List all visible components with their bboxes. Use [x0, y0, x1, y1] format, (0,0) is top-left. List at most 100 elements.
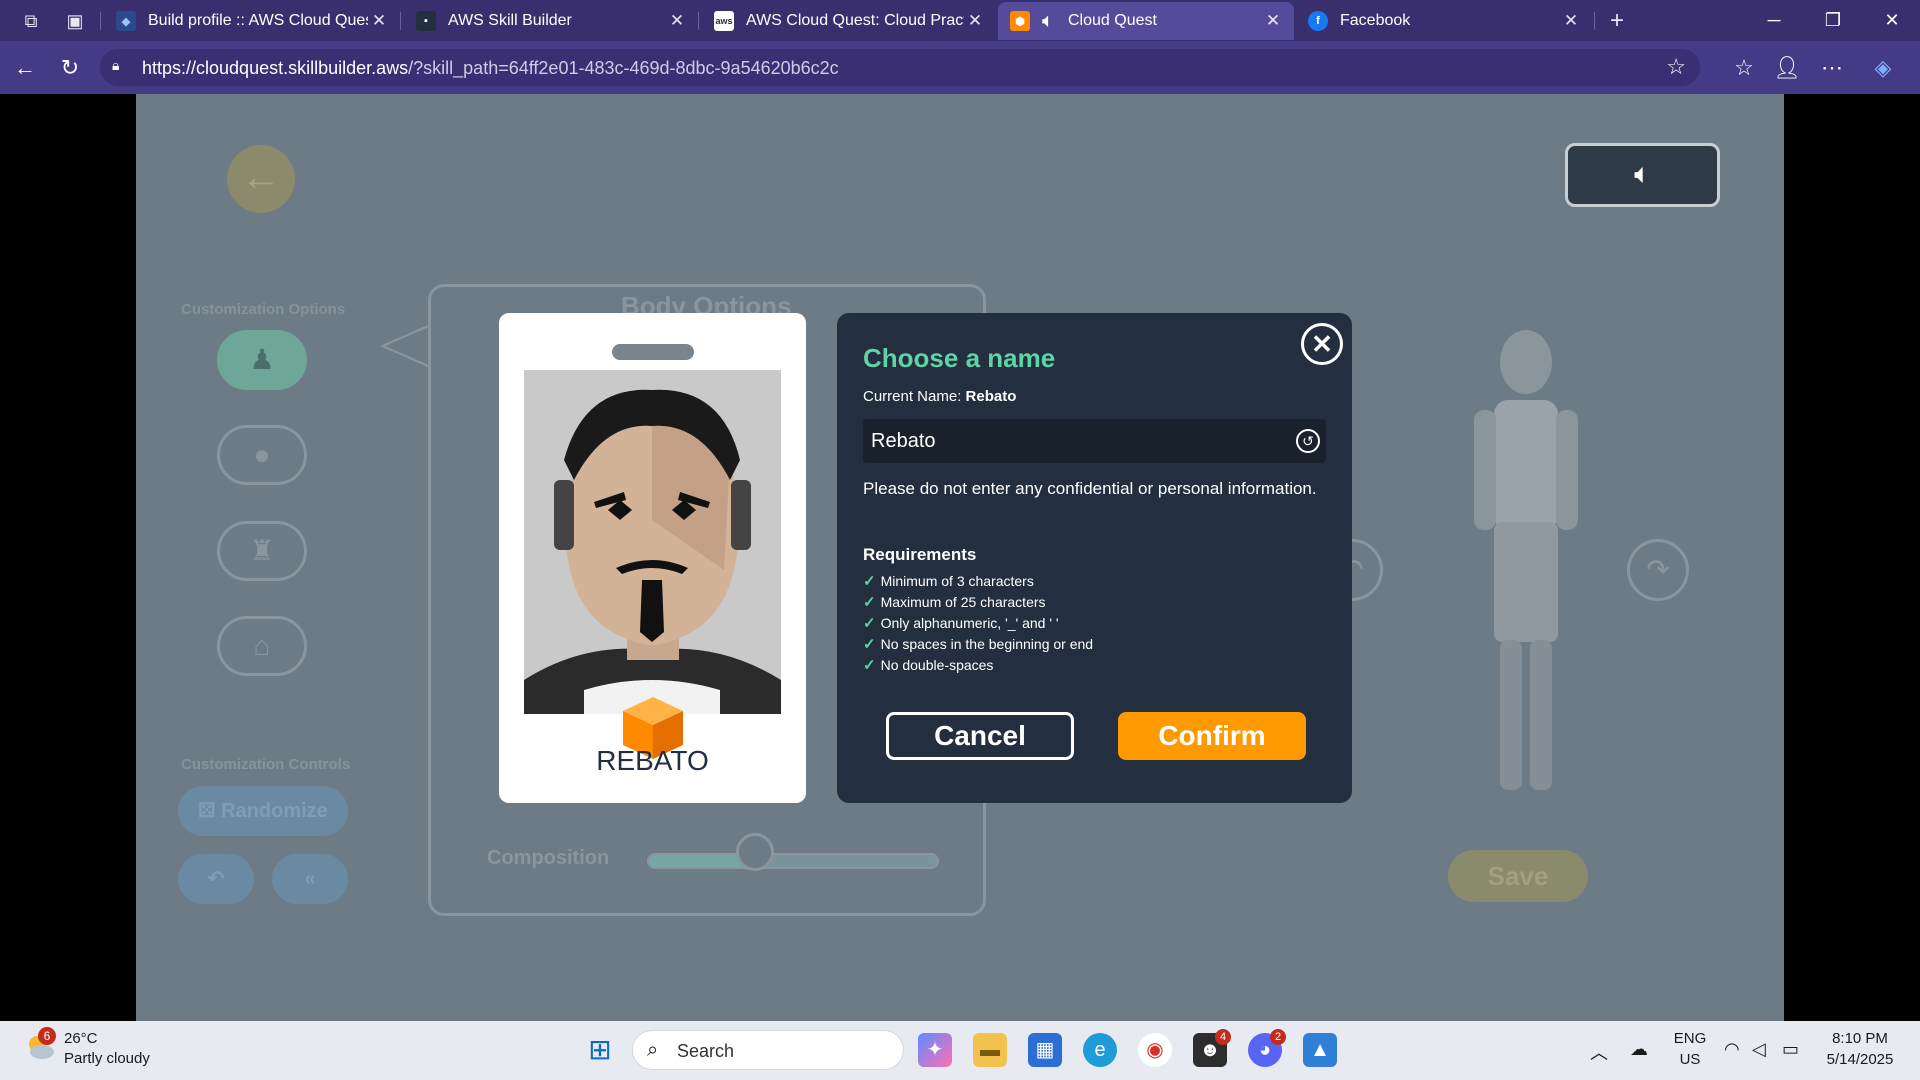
requirement-item: ✓ Minimum of 3 characters	[863, 571, 1093, 592]
composition-slider-handle[interactable]	[736, 833, 775, 871]
volume-icon[interactable]: ◁	[1752, 1039, 1766, 1060]
battery-icon[interactable]: ▭	[1782, 1039, 1799, 1060]
minimize-icon[interactable]: ─	[1746, 0, 1802, 40]
chevron-up-icon[interactable]: ︿	[1590, 1039, 1608, 1065]
discord-badge: 2	[1270, 1029, 1286, 1045]
weather-badge: 6	[38, 1027, 56, 1045]
head-option-button[interactable]: ●	[217, 425, 307, 485]
language[interactable]: ENG	[1672, 1030, 1708, 1047]
dialog-title: Choose a name	[863, 343, 1056, 373]
badge-slot	[612, 344, 694, 360]
randomize-button[interactable]: ⚄ Randomize	[178, 786, 348, 836]
check-icon: ✓	[863, 657, 876, 674]
favorite-star-icon[interactable]: ☆	[1666, 54, 1686, 80]
tab-label: AWS Skill Builder	[448, 12, 572, 29]
taskbar: 6 26°C Partly cloudy ⊞ ⌕ Search ✦ ▬ ▦ e …	[0, 1021, 1920, 1080]
save-button[interactable]: Save	[1448, 850, 1588, 902]
clock-date[interactable]: 5/14/2025	[1820, 1051, 1900, 1068]
onedrive-icon[interactable]: ☁	[1630, 1039, 1648, 1060]
start-windows-icon[interactable]: ⊞	[583, 1033, 617, 1067]
customization-options-label: Customization Options	[181, 301, 346, 318]
edge-browser-icon[interactable]: e	[1083, 1033, 1117, 1067]
speaker-icon[interactable]: 🔈︎	[1042, 10, 1054, 33]
reset-all-button[interactable]: «	[272, 854, 348, 904]
randomize-label: Randomize	[221, 800, 328, 822]
sound-button[interactable]: 🔈︎	[1565, 143, 1720, 207]
workspaces-icon[interactable]: ⧉	[18, 8, 44, 34]
microsoft-store-icon[interactable]: ▦	[1028, 1033, 1062, 1067]
temperature[interactable]: 26°C	[64, 1030, 98, 1047]
head-icon: ●	[253, 439, 271, 470]
navigation-bar: ← ↻ 🔒︎ https://cloudquest.skillbuilder.a…	[0, 41, 1920, 94]
confirm-button[interactable]: Confirm	[1118, 712, 1306, 760]
aws-skill-builder-icon: ▪	[416, 11, 436, 31]
profile-icon[interactable]: 👤︎	[1772, 53, 1802, 83]
cancel-button[interactable]: Cancel	[886, 712, 1074, 760]
rotate-right-button[interactable]: ↷	[1627, 539, 1689, 601]
cube-icon: ⬢	[1010, 11, 1030, 31]
requirement-text: No double-spaces	[880, 657, 994, 673]
double-chevron-left-icon: «	[304, 868, 316, 890]
reset-name-icon[interactable]: ↺	[1296, 429, 1320, 453]
region[interactable]: US	[1672, 1051, 1708, 1068]
dice-icon: ⚄	[198, 800, 222, 822]
close-icon: ✕	[1311, 329, 1333, 359]
tab-close-icon[interactable]: ✕	[964, 11, 986, 31]
facebook-icon: f	[1308, 11, 1328, 31]
taskbar-search[interactable]: ⌕ Search	[632, 1030, 904, 1070]
name-input[interactable]	[863, 419, 1326, 463]
favorites-icon[interactable]: ☆	[1729, 53, 1759, 83]
back-arrow-icon[interactable]: ←	[227, 145, 295, 213]
file-explorer-icon[interactable]: ▬	[973, 1033, 1007, 1067]
back-icon[interactable]: ←	[10, 53, 40, 83]
tab-build-profile[interactable]: ◆ Build profile :: AWS Cloud Quest: C ✕	[104, 2, 400, 40]
clock-time[interactable]: 8:10 PM	[1820, 1030, 1900, 1047]
url-text[interactable]: https://cloudquest.skillbuilder.aws/?ski…	[142, 58, 839, 79]
requirement-text: Maximum of 25 characters	[880, 594, 1046, 610]
address-bar[interactable]: 🔒︎ https://cloudquest.skillbuilder.aws/?…	[100, 49, 1700, 86]
requirement-item: ✓ Only alphanumeric, '_' and ' '	[863, 613, 1093, 634]
tab-facebook[interactable]: f Facebook ✕	[1296, 2, 1592, 40]
weather-description[interactable]: Partly cloudy	[64, 1050, 150, 1067]
new-tab-button[interactable]: +	[1604, 8, 1630, 34]
rotate-right-icon: ↷	[1646, 554, 1670, 585]
tab-close-icon[interactable]: ✕	[368, 11, 390, 31]
privacy-warning: Please do not enter any confidential or …	[863, 479, 1317, 498]
lock-icon[interactable]: 🔒︎	[112, 57, 130, 77]
check-icon: ✓	[863, 594, 876, 611]
tab-aws-skill-builder[interactable]: ▪ AWS Skill Builder ✕	[404, 2, 698, 40]
close-dialog-button[interactable]: ✕	[1301, 323, 1343, 365]
outfit-option-button[interactable]: ♜	[217, 521, 307, 581]
shirt-icon: ♜	[249, 535, 275, 566]
copilot-app-icon[interactable]: ✦	[918, 1033, 952, 1067]
copilot-icon[interactable]: ◈	[1868, 53, 1898, 83]
vertical-tabs-icon[interactable]: ▣	[62, 8, 88, 34]
photos-app-icon[interactable]: ▲	[1303, 1033, 1337, 1067]
speaker-icon: 🔈︎	[1634, 158, 1651, 189]
wifi-icon[interactable]: ◠	[1724, 1039, 1740, 1060]
tab-close-icon[interactable]: ✕	[1262, 11, 1284, 31]
refresh-icon[interactable]: ↻	[55, 53, 85, 83]
body-option-button[interactable]: ♟	[217, 330, 307, 390]
undo-button[interactable]: ↶	[178, 854, 254, 904]
store-icon: ⌂	[253, 630, 271, 661]
tab-close-icon[interactable]: ✕	[666, 11, 688, 31]
tab-separator	[400, 12, 401, 30]
tab-close-icon[interactable]: ✕	[1560, 11, 1582, 31]
check-icon: ✓	[863, 636, 876, 653]
search-icon: ⌕	[647, 1039, 659, 1061]
more-icon[interactable]: ⋯	[1817, 53, 1847, 83]
shop-option-button[interactable]: ⌂	[217, 616, 307, 676]
close-window-icon[interactable]: ✕	[1864, 0, 1920, 40]
current-name-label: Current Name:	[863, 388, 962, 405]
url-host: https://cloudquest.skillbuilder.aws	[142, 58, 409, 78]
composition-slider[interactable]	[647, 853, 939, 869]
tab-cloud-practitioner[interactable]: aws AWS Cloud Quest: Cloud Practitio ✕	[702, 2, 996, 40]
chrome-app-icon[interactable]: ◉	[1138, 1033, 1172, 1067]
badge-name: REBATO	[596, 745, 709, 776]
tab-label: Cloud Quest	[1068, 12, 1157, 29]
restore-icon[interactable]: ❐	[1805, 0, 1861, 40]
tab-cloud-quest[interactable]: ⬢ 🔈︎ Cloud Quest ✕	[998, 2, 1294, 40]
avatar-portrait	[524, 370, 781, 714]
requirements-title: Requirements	[863, 545, 977, 564]
